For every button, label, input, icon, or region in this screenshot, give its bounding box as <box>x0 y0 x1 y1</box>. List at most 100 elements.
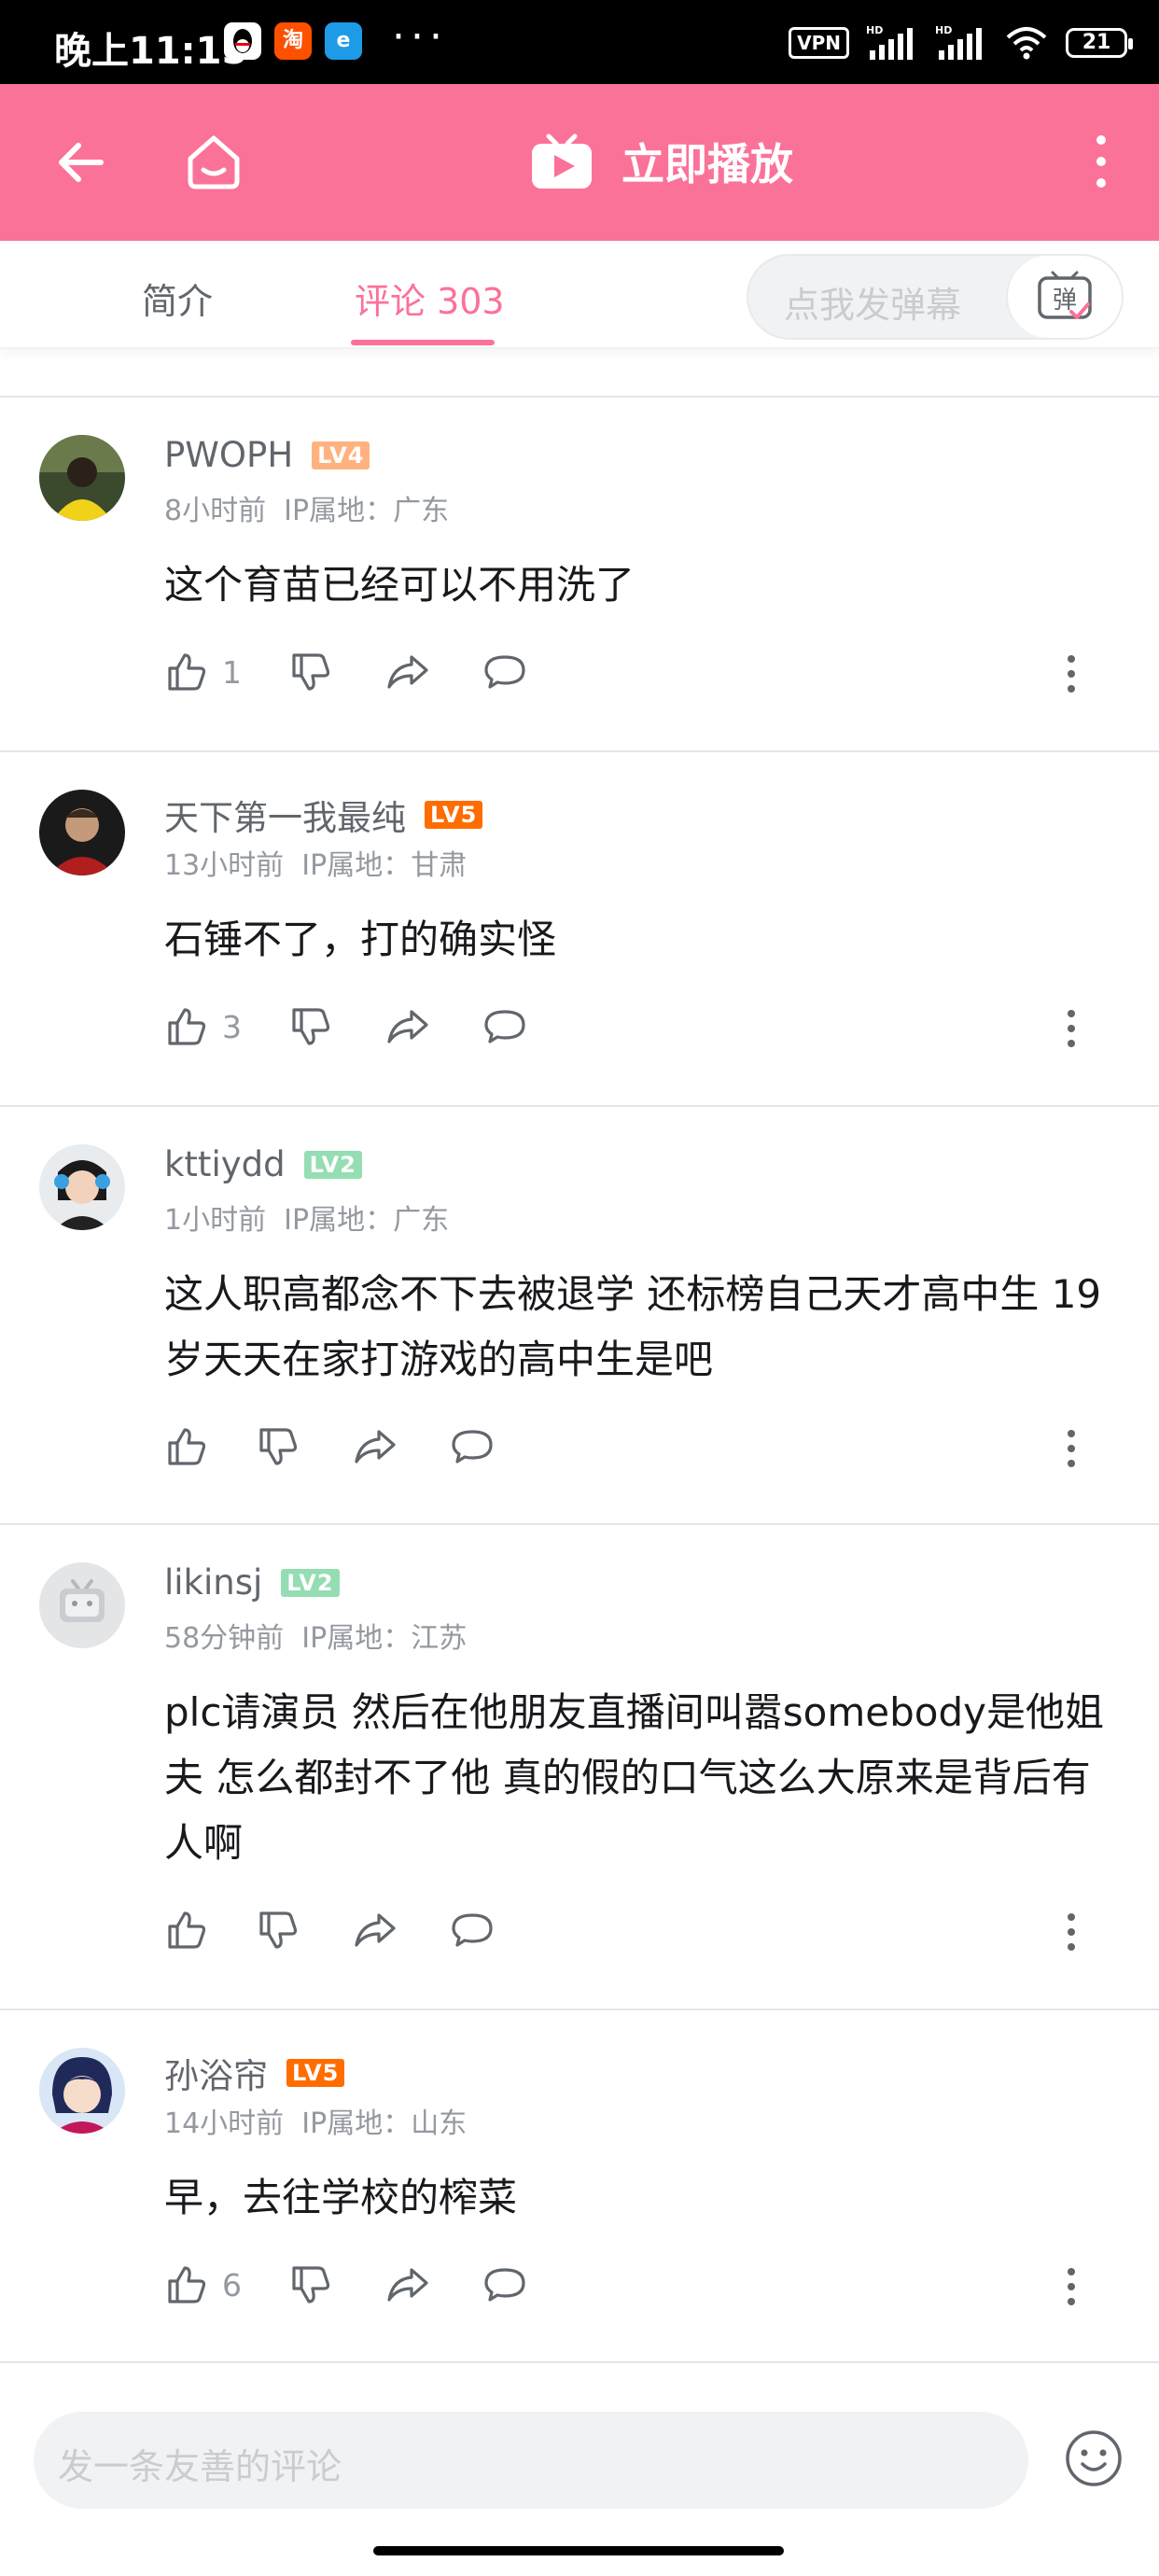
home-button[interactable] <box>183 131 244 192</box>
comment-text: plc请演员 然后在他朋友直播间叫嚣somebody是他姐夫 怎么都封不了他 真… <box>164 1689 1104 1866</box>
like-button[interactable] <box>164 1424 222 1469</box>
comment-input[interactable]: 发一条友善的评论 <box>34 2412 1028 2509</box>
comment-meta: 1小时前 IP属地：广东 <box>164 1197 449 1238</box>
home-indicator[interactable] <box>373 2546 784 2555</box>
emoji-button[interactable] <box>1064 2429 1124 2488</box>
blue-app-icon: e <box>325 22 362 60</box>
avatar[interactable] <box>39 435 125 521</box>
username[interactable]: likinsj <box>164 1562 262 1603</box>
username-row: kttiydd LV2 <box>164 1144 362 1184</box>
tab-comments[interactable]: 评论 303 <box>355 273 505 324</box>
like-button[interactable]: 6 <box>164 2262 242 2307</box>
danmu-toggle-button[interactable]: 弹 <box>1006 256 1122 338</box>
status-indicators: VPN HD HD 21 <box>789 24 1133 62</box>
reply-button[interactable] <box>482 2262 527 2307</box>
share-button[interactable] <box>385 2262 430 2307</box>
more-vertical-icon <box>1068 655 1075 693</box>
comment-more-button[interactable] <box>1066 1008 1077 1049</box>
share-button[interactable] <box>353 1424 398 1469</box>
comment-time: 58分钟前 <box>164 1622 285 1655</box>
dislike-button[interactable] <box>256 1908 300 1953</box>
comment-bubble-icon <box>484 1010 525 1043</box>
comment-more-button[interactable] <box>1066 653 1077 694</box>
comment-ip: IP属地：广东 <box>284 1204 450 1237</box>
like-count: 1 <box>222 653 242 691</box>
comment-text: 这个育苗已经可以不用洗了 <box>164 562 635 608</box>
share-icon <box>387 655 428 689</box>
dislike-button[interactable] <box>288 2262 333 2307</box>
username[interactable]: 孙浴帘 <box>164 2048 268 2098</box>
comment-item: 孙浴帘 LV5 14小时前 IP属地：山东 早，去往学校的榨菜 6 <box>0 2010 1159 2361</box>
danmu-icon-label: 弹 <box>1053 287 1077 315</box>
level-badge: LV2 <box>281 1568 340 1597</box>
avatar[interactable] <box>39 1144 125 1230</box>
comment-text: 石锤不了，打的确实怪 <box>164 917 557 962</box>
username-row: PWOPH LV4 <box>164 435 370 475</box>
comment-text: 早，去往学校的榨菜 <box>164 2175 518 2220</box>
level-badge: LV2 <box>303 1150 362 1179</box>
comment-time: 1小时前 <box>164 1204 267 1237</box>
status-time: 晚上11:15 <box>54 30 248 73</box>
avatar[interactable] <box>39 790 125 875</box>
username-row: 孙浴帘 LV5 <box>164 2048 345 2098</box>
status-bar: 晚上11:15 淘 e ··· VPN HD HD 21 <box>0 0 1159 84</box>
username[interactable]: kttiydd <box>164 1144 286 1184</box>
avatar[interactable] <box>39 1562 125 1648</box>
qq-app-icon <box>224 22 261 60</box>
comment-actions: 3 <box>164 1004 527 1049</box>
thumbs-down-icon <box>259 1428 298 1465</box>
level-badge: LV5 <box>425 801 483 829</box>
more-vertical-icon <box>1096 135 1106 188</box>
like-button[interactable] <box>164 1908 222 1953</box>
comment-item: PWOPH LV4 8小时前 IP属地：广东 这个育苗已经可以不用洗了 1 <box>0 398 1159 752</box>
more-vertical-icon <box>1068 1430 1075 1467</box>
share-icon <box>387 1010 428 1043</box>
avatar[interactable] <box>39 2048 125 2134</box>
level-badge: LV4 <box>312 441 370 469</box>
comment-meta: 8小时前 IP属地：广东 <box>164 487 449 528</box>
thumbs-down-icon <box>292 653 330 691</box>
share-button[interactable] <box>385 650 430 694</box>
thumbs-up-icon <box>168 1008 206 1045</box>
active-tab-indicator <box>351 340 495 345</box>
comment-time: 14小时前 <box>164 2107 285 2140</box>
share-icon <box>355 1430 396 1463</box>
play-now-button[interactable]: 立即播放 <box>528 131 793 192</box>
danmu-input[interactable]: 点我发弹幕 弹 <box>747 254 1124 340</box>
vpn-icon: VPN <box>789 27 849 59</box>
back-button[interactable] <box>54 136 106 189</box>
comment-item: kttiydd LV2 1小时前 IP属地：广东 这人职高都念不下去被退学 还标… <box>0 1107 1159 1525</box>
share-icon <box>355 1913 396 1947</box>
comment-time: 8小时前 <box>164 495 267 527</box>
username[interactable]: PWOPH <box>164 435 293 475</box>
tab-intro[interactable]: 简介 <box>142 273 213 324</box>
comment-ip: IP属地：甘肃 <box>301 849 468 882</box>
reply-button[interactable] <box>450 1424 495 1469</box>
video-top-bar: 立即播放 <box>0 84 1159 241</box>
share-button[interactable] <box>353 1908 398 1953</box>
comment-more-button[interactable] <box>1066 2266 1077 2307</box>
more-vertical-icon <box>1068 2268 1075 2305</box>
signal-icon-2: HD <box>935 24 982 60</box>
signal-icon: HD <box>866 24 913 60</box>
more-options-button[interactable] <box>1092 131 1110 192</box>
dislike-button[interactable] <box>256 1424 300 1469</box>
reply-button[interactable] <box>450 1908 495 1953</box>
play-now-label: 立即播放 <box>621 139 793 189</box>
notification-apps: 淘 e <box>224 22 362 60</box>
username[interactable]: 天下第一我最纯 <box>164 790 406 840</box>
share-button[interactable] <box>385 1004 430 1049</box>
comment-item: 天下第一我最纯 LV5 13小时前 IP属地：甘肃 石锤不了，打的确实怪 3 <box>0 752 1159 1107</box>
comment-time: 13小时前 <box>164 849 285 882</box>
like-button[interactable]: 3 <box>164 1004 242 1049</box>
reply-button[interactable] <box>482 1004 527 1049</box>
like-button[interactable]: 1 <box>164 650 242 694</box>
comment-ip: IP属地：山东 <box>301 2107 468 2140</box>
dislike-button[interactable] <box>288 1004 333 1049</box>
tv-play-icon <box>532 133 592 189</box>
reply-button[interactable] <box>482 650 527 694</box>
comment-more-button[interactable] <box>1066 1911 1077 1953</box>
comment-more-button[interactable] <box>1066 1428 1077 1469</box>
dislike-button[interactable] <box>288 650 333 694</box>
comment-meta: 14小时前 IP属地：山东 <box>164 2100 467 2141</box>
